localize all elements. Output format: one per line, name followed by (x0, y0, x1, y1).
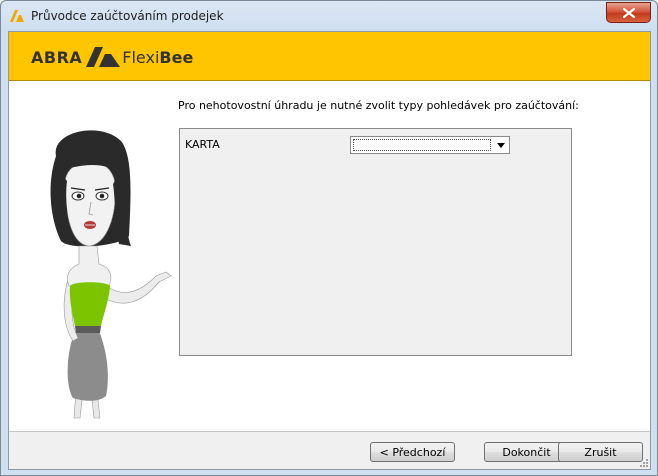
chevron-down-icon (496, 142, 505, 148)
previous-button[interactable]: < Předchozí (370, 442, 455, 462)
brand-header: ABRA Flexi Bee (9, 32, 650, 81)
title-bar[interactable]: Průvodce zaúčtováním prodejek (1, 1, 657, 31)
cancel-button[interactable]: Zrušit (558, 442, 643, 462)
abra-logo-icon (10, 10, 24, 22)
logo-bee-text: Bee (159, 47, 194, 67)
finish-button[interactable]: Dokončit (484, 442, 569, 462)
payment-type-label: KARTA (185, 138, 220, 151)
receivable-type-combobox[interactable] (350, 136, 510, 154)
close-button[interactable] (606, 2, 651, 23)
abra-mark-icon (86, 47, 121, 67)
instruction-text: Pro nehotovostní úhradu je nutné zvolit … (178, 99, 579, 112)
abra-flexibee-logo: ABRA Flexi Bee (31, 46, 193, 68)
wizard-content: Pro nehotovostní úhradu je nutné zvolit … (9, 81, 650, 432)
wizard-client-area: ABRA Flexi Bee Pro nehotovostní úhradu j… (8, 31, 651, 470)
window-title: Průvodce zaúčtováním prodejek (31, 9, 224, 23)
combobox-focus-rect (353, 139, 491, 151)
wizard-window: Průvodce zaúčtováním prodejek ABRA Flexi… (0, 0, 658, 476)
close-icon (622, 7, 635, 18)
assistant-illustration (50, 130, 172, 419)
receivable-types-panel: KARTA (179, 128, 572, 356)
combobox-dropdown-button[interactable] (492, 137, 509, 153)
logo-abra-text: ABRA (31, 47, 83, 67)
resize-grip-icon[interactable] (638, 457, 649, 468)
logo-flexi-text: Flexi (122, 47, 160, 67)
